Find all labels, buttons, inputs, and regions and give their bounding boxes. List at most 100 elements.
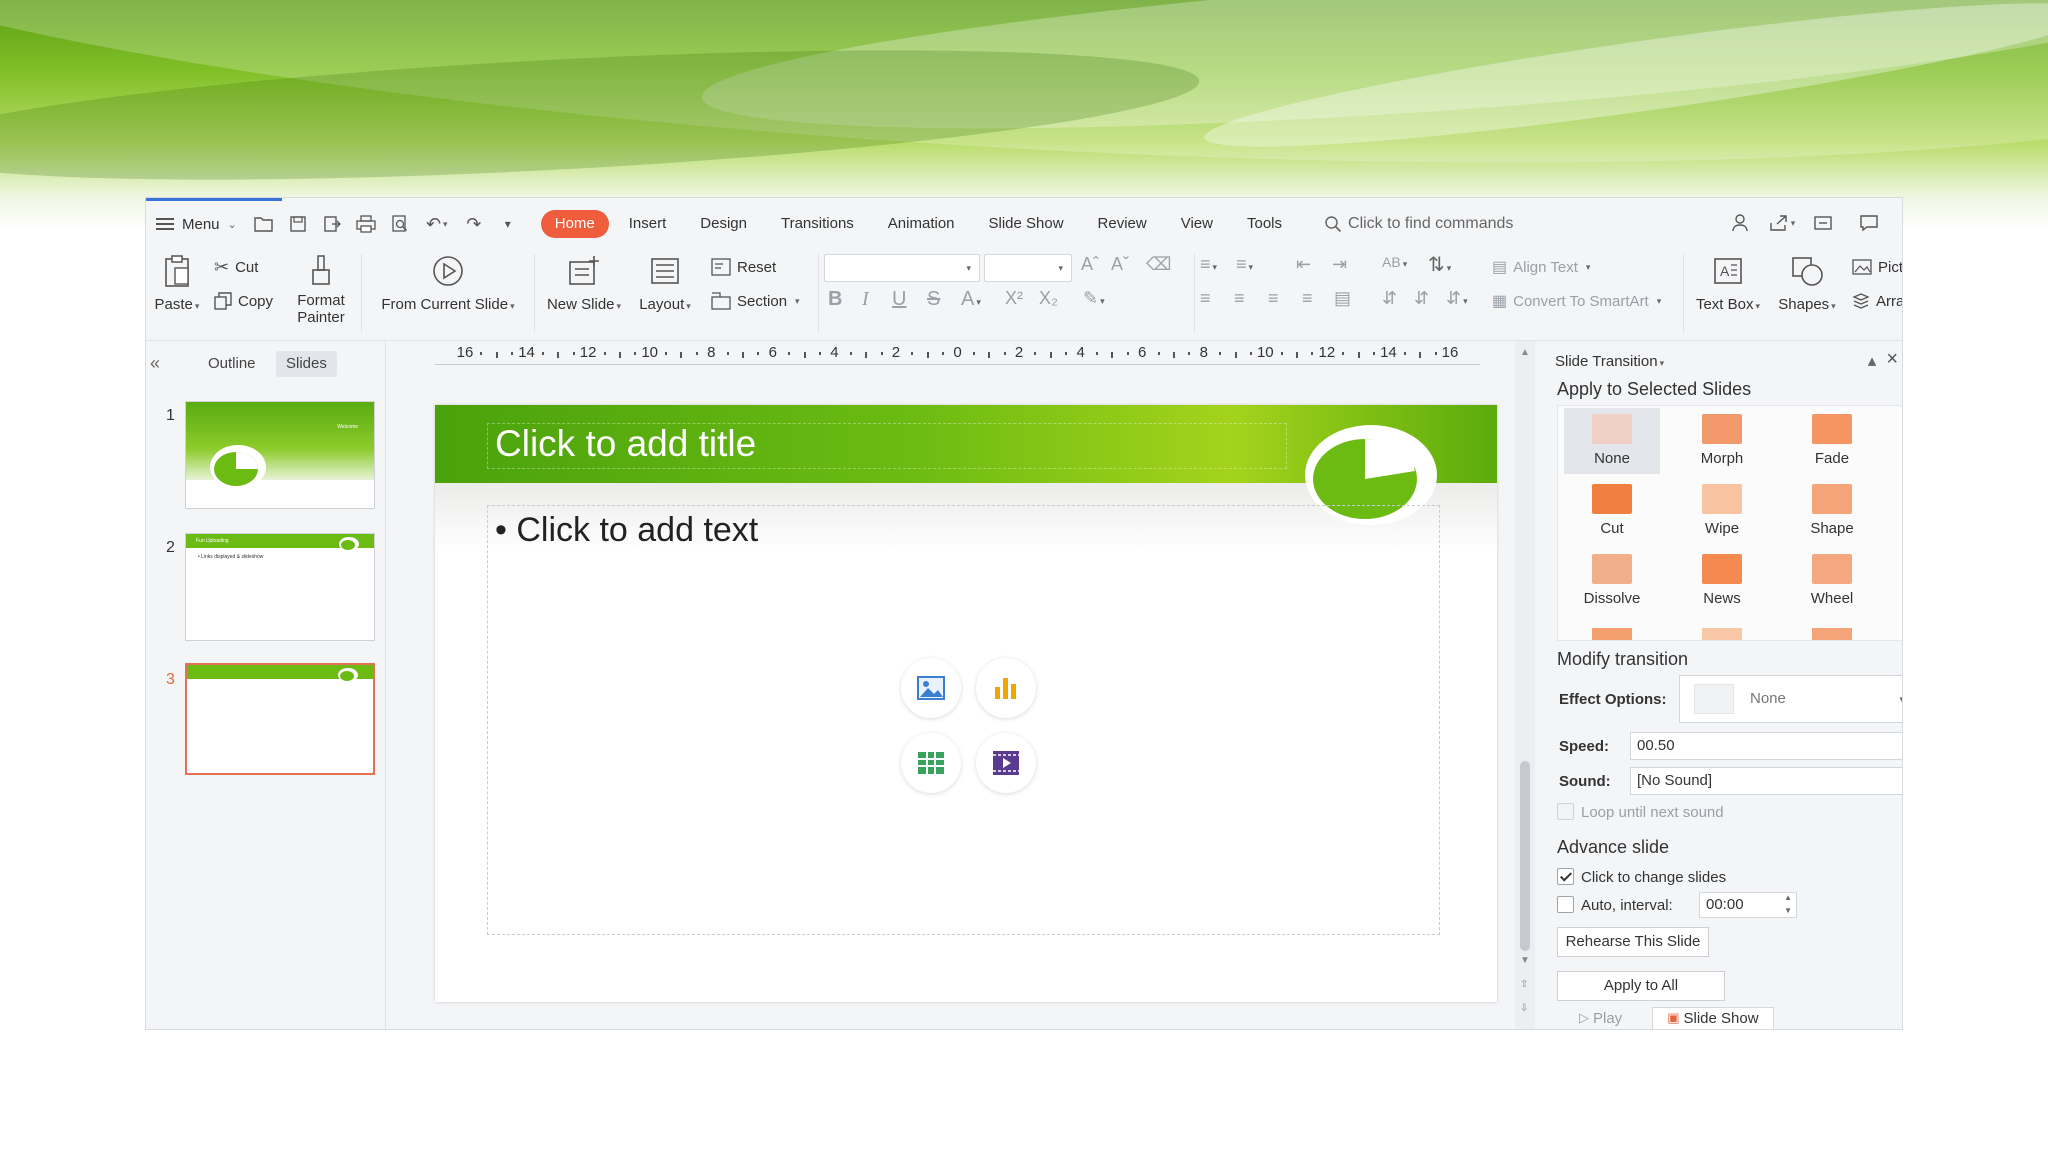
tab-transitions[interactable]: Transitions (767, 210, 868, 238)
title-placeholder-text[interactable]: Click to add title (495, 423, 756, 465)
apply-to-all-button[interactable]: Apply to All (1557, 971, 1725, 1001)
picture-button[interactable]: Pict (1852, 254, 1902, 280)
tab-slide-show[interactable]: Slide Show (975, 210, 1078, 238)
underline-icon[interactable]: U (892, 288, 906, 311)
print-preview-icon[interactable] (383, 209, 417, 239)
main-menu-button[interactable]: Menu ⌄ (146, 209, 247, 239)
italic-icon[interactable]: I (862, 288, 869, 311)
paragraph-spacing-icon[interactable]: ⇵ (1414, 288, 1429, 309)
align-text-button[interactable]: ▤ Align Text ▾ (1492, 254, 1590, 280)
subscript-icon[interactable]: X₂ (1039, 288, 1058, 309)
pin-icon[interactable]: ▴ (1868, 351, 1877, 371)
layout-button[interactable]: Layout ▾ (634, 252, 696, 313)
scroll-down-icon[interactable]: ▼ (1520, 955, 1530, 966)
columns-icon[interactable]: ⇵ ▾ (1446, 288, 1468, 309)
transition-fade[interactable]: Fade (1784, 408, 1880, 474)
customize-toolbar-icon[interactable]: ▾ (491, 209, 525, 239)
speed-input[interactable]: 00.50 (1630, 732, 1902, 760)
insert-video-button[interactable] (976, 733, 1036, 793)
justify-icon[interactable]: ≡ (1302, 288, 1313, 309)
tab-outline[interactable]: Outline (198, 351, 266, 377)
bullets-icon[interactable]: ≡ ▾ (1200, 254, 1217, 275)
highlight-icon[interactable]: ✎ ▾ (1083, 288, 1105, 309)
reset-button[interactable]: Reset (711, 254, 776, 280)
play-button[interactable]: ▷ Play (1579, 1010, 1622, 1027)
redo-icon[interactable]: ↷ (457, 209, 491, 239)
align-left-icon[interactable]: ≡ (1200, 288, 1211, 309)
increase-indent-icon[interactable]: ⇥ (1332, 254, 1347, 275)
auto-interval-checkbox[interactable] (1557, 896, 1574, 913)
print-icon[interactable] (349, 209, 383, 239)
transition-morph[interactable]: Morph (1674, 408, 1770, 474)
tab-animation[interactable]: Animation (874, 210, 969, 238)
collaborate-icon[interactable] (1724, 208, 1758, 238)
click-to-change-checkbox[interactable] (1557, 868, 1574, 885)
minimize-ribbon-icon[interactable] (1806, 208, 1840, 238)
align-center-icon[interactable]: ≡ (1234, 288, 1245, 309)
pane-title-dropdown[interactable]: Slide Transition ▾ (1555, 353, 1664, 370)
sound-dropdown[interactable]: [No Sound] (1630, 767, 1902, 795)
align-right-icon[interactable]: ≡ (1268, 288, 1279, 309)
insert-table-button[interactable] (901, 733, 961, 793)
share-icon[interactable]: ▾ (1762, 208, 1802, 238)
effect-options-dropdown[interactable]: None ▾ (1679, 675, 1902, 723)
line-spacing-icon[interactable]: ⇵ (1382, 288, 1397, 309)
slide-thumbnail-2[interactable]: Fun Uploading • Links displayed & slides… (185, 533, 375, 641)
save-icon[interactable] (281, 209, 315, 239)
decrease-indent-icon[interactable]: ⇤ (1296, 254, 1311, 275)
convert-smartart-button[interactable]: ▦ Convert To SmartArt ▾ (1492, 288, 1661, 314)
insert-picture-button[interactable] (901, 658, 961, 718)
tab-home[interactable]: Home (540, 210, 609, 238)
transition-dissolve[interactable]: Dissolve (1564, 548, 1660, 614)
previous-slide-icon[interactable]: ⇧ (1520, 979, 1528, 990)
auto-interval-input[interactable]: 00:00 ▲ ▼ (1699, 892, 1797, 918)
text-box-button[interactable]: A Text Box ▾ (1692, 252, 1764, 313)
spinner-icon[interactable]: ▲ ▼ (1784, 893, 1792, 917)
arrange-button[interactable]: Arra (1852, 288, 1902, 314)
undo-icon[interactable]: ↶ ▾ (417, 209, 457, 239)
body-placeholder[interactable] (487, 505, 1440, 935)
font-color-icon[interactable]: A ▾ (961, 288, 981, 311)
font-name-dropdown[interactable]: ▾ (824, 254, 980, 282)
body-placeholder-text[interactable]: • Click to add text (495, 511, 758, 550)
clear-format-icon[interactable]: ⌫ (1146, 254, 1171, 275)
command-search[interactable]: Click to find commands (1324, 215, 1704, 233)
format-painter-button[interactable]: Format Painter (293, 252, 349, 326)
next-slide-icon[interactable]: ⇩ (1520, 1003, 1528, 1014)
close-icon[interactable]: × (1886, 349, 1898, 371)
comment-icon[interactable] (1852, 208, 1886, 238)
from-current-slide-button[interactable]: From Current Slide ▾ (374, 252, 522, 313)
slide-show-button[interactable]: ▣ Slide Show (1652, 1006, 1774, 1029)
tab-review[interactable]: Review (1084, 210, 1161, 238)
vertical-scrollbar[interactable]: ▲ ▼ ⇧ ⇩ (1515, 341, 1535, 1029)
tab-view[interactable]: View (1167, 210, 1227, 238)
decrease-font-icon[interactable]: Aˇ (1111, 254, 1129, 275)
collapse-panel-icon[interactable]: « (150, 353, 160, 374)
increase-font-icon[interactable]: Aˆ (1081, 254, 1099, 275)
tab-slides[interactable]: Slides (276, 351, 337, 377)
shapes-button[interactable]: Shapes ▾ (1774, 252, 1840, 313)
scrollbar-thumb[interactable] (1520, 761, 1530, 951)
slide-canvas[interactable]: Click to add title • Click to add text (435, 405, 1497, 1002)
slide-thumbnail-3[interactable] (185, 663, 375, 775)
transition-none[interactable]: None (1564, 408, 1660, 474)
transition-cut[interactable]: Cut (1564, 478, 1660, 544)
strikethrough-icon[interactable]: S (927, 288, 940, 311)
font-size-dropdown[interactable]: ▾ (984, 254, 1072, 282)
transition-shape[interactable]: Shape (1784, 478, 1880, 544)
slide-thumbnail-1[interactable]: Welcome (185, 401, 375, 509)
transition-news[interactable]: News (1674, 548, 1770, 614)
open-folder-icon[interactable] (247, 209, 281, 239)
bold-icon[interactable]: B (828, 288, 842, 311)
superscript-icon[interactable]: X² (1005, 288, 1023, 309)
new-slide-button[interactable]: New Slide ▾ (542, 252, 626, 313)
sort-icon[interactable]: ⇅ ▾ (1428, 252, 1451, 277)
text-direction-icon[interactable]: AB ▾ (1382, 254, 1407, 270)
copy-button[interactable]: Copy (214, 288, 273, 314)
paste-button[interactable]: Paste ▾ (154, 252, 200, 313)
rehearse-slide-button[interactable]: Rehearse This Slide (1557, 927, 1709, 957)
distribute-icon[interactable]: ▤ (1334, 288, 1351, 309)
tab-tools[interactable]: Tools (1233, 210, 1296, 238)
export-icon[interactable] (315, 209, 349, 239)
tab-design[interactable]: Design (686, 210, 761, 238)
